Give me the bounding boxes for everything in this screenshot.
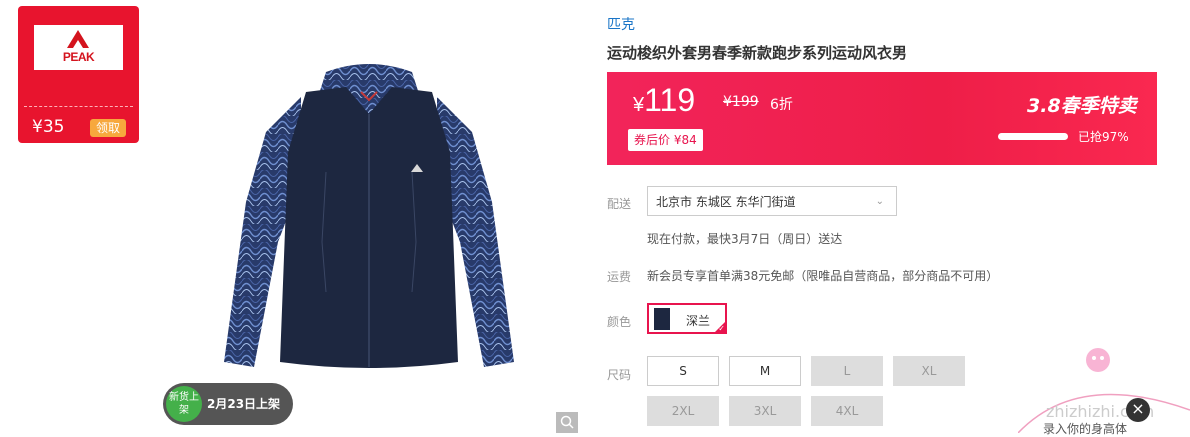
current-price: ¥119: [633, 82, 696, 118]
jacket-image: [224, 64, 514, 368]
size-option-disabled[interactable]: 4XL: [811, 396, 883, 426]
zoom-icon[interactable]: [556, 412, 578, 433]
close-icon[interactable]: ×: [1126, 398, 1150, 422]
original-price: ¥199: [723, 94, 759, 110]
color-thumbnail: [654, 308, 670, 330]
coupon-divider: [24, 106, 133, 107]
coupon-price: ¥35: [32, 117, 65, 137]
color-label: 颜色: [607, 315, 632, 329]
check-icon: ✓: [718, 324, 725, 333]
freight-label: 运费: [607, 270, 632, 284]
after-coupon-price: 券后价 ¥84: [628, 129, 703, 151]
size-option[interactable]: M: [729, 356, 801, 386]
peak-logo-icon: [67, 30, 89, 48]
freight-info: 新会员专享首单满38元免邮（限唯品自营商品，部分商品不可用）: [647, 269, 999, 283]
height-input-caption: 录入你的身高体: [1043, 422, 1128, 436]
size-option[interactable]: S: [647, 356, 719, 386]
size-option-disabled[interactable]: L: [811, 356, 883, 386]
delivery-eta: 现在付款，最快3月7日（周日）送达: [647, 232, 843, 246]
discount-rate: 6折: [770, 97, 793, 113]
size-label: 尺码: [607, 368, 632, 382]
delivery-label: 配送: [607, 197, 632, 211]
size-option-disabled[interactable]: XL: [893, 356, 965, 386]
new-arrival-badge: 新货上架 2月23日上架: [163, 383, 293, 425]
product-image[interactable]: [206, 62, 532, 380]
peak-logo: PEAK: [34, 25, 123, 70]
promo-title: 3.8春季特卖: [1027, 95, 1137, 117]
arrival-date: 2月23日上架: [207, 397, 281, 411]
coupon-get-button[interactable]: 领取: [90, 119, 126, 137]
brand-link[interactable]: 匹克: [607, 14, 635, 34]
chevron-down-icon: ⌄: [875, 196, 884, 207]
new-arrival-icon: 新货上架: [166, 386, 202, 422]
address-select[interactable]: 北京市 东城区 东华门街道 ⌄: [647, 186, 897, 216]
size-option-disabled[interactable]: 3XL: [729, 396, 801, 426]
product-title: 运动梭织外套男春季新款跑步系列运动风衣男: [607, 44, 908, 62]
sold-progress-bar: [998, 133, 1068, 140]
price-banner: ¥119 ¥199 6折 券后价 ¥84 3.8春季特卖 已抢97%: [607, 72, 1157, 165]
brand-coupon-card[interactable]: PEAK ¥35 领取: [18, 6, 139, 143]
size-option-disabled[interactable]: 2XL: [647, 396, 719, 426]
sold-percent: 已抢97%: [1078, 130, 1129, 144]
color-option-selected[interactable]: 深兰 ✓: [647, 303, 727, 334]
